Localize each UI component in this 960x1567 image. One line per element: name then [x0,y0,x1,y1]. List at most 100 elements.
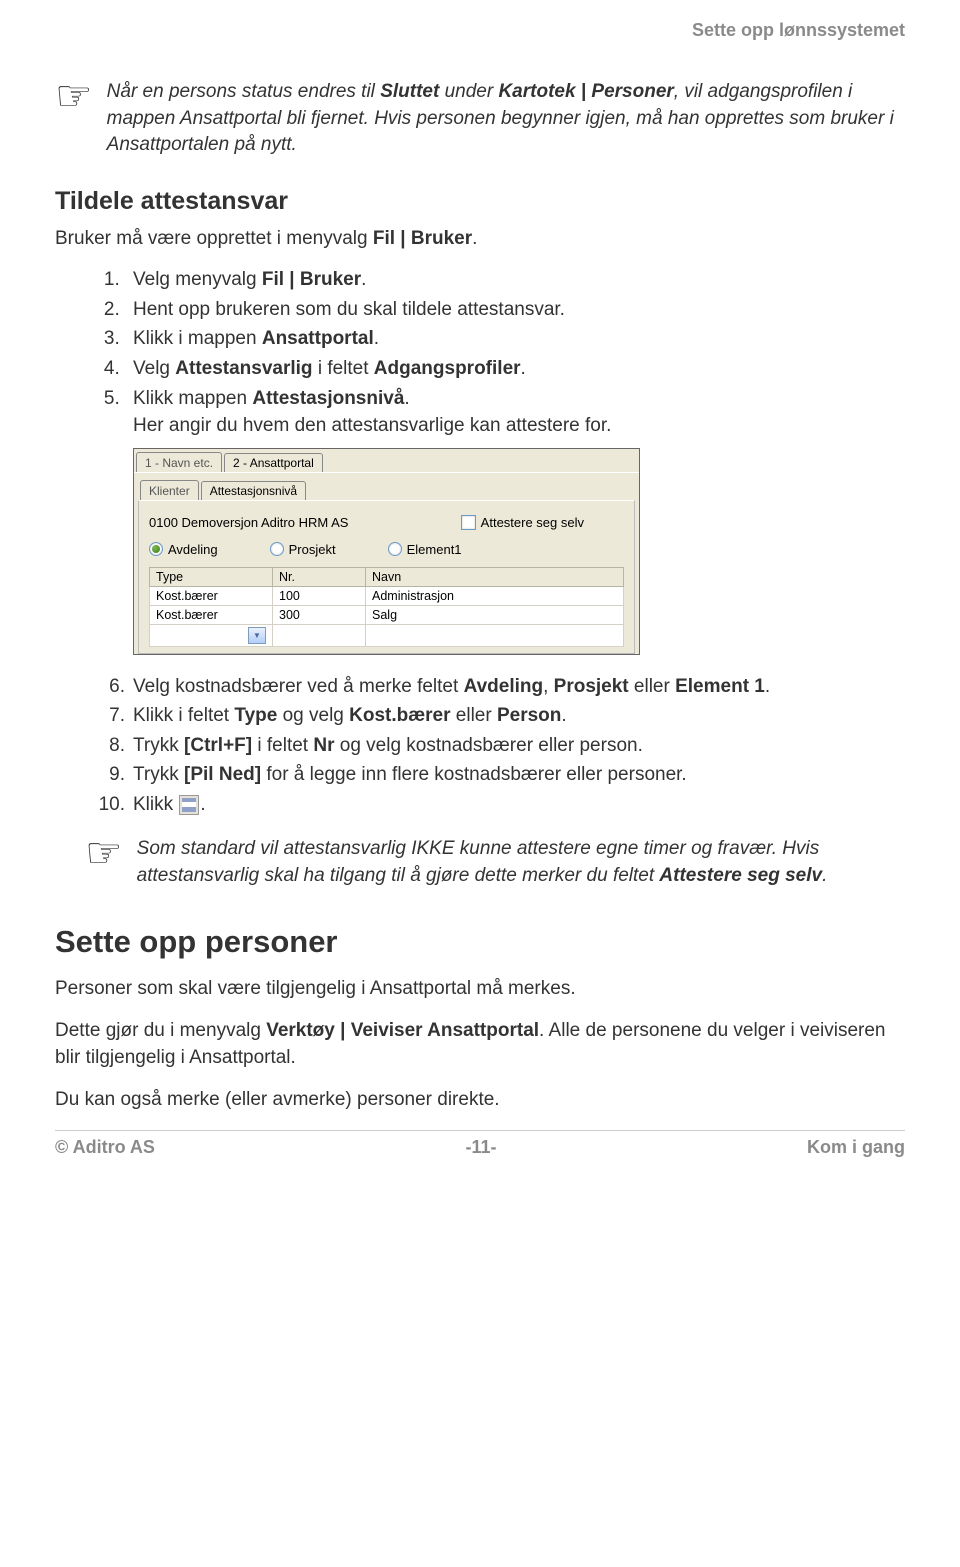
note-block-1: ☞ Når en persons status endres til Slutt… [55,79,905,159]
cell-type[interactable]: Kost.bærer [150,586,273,605]
checkbox-label: Attestere seg selv [481,515,584,530]
step-7: Klikk i feltet Type og velg Kost.bærer e… [125,702,905,730]
text: Når en persons status endres til [107,81,381,102]
paragraph: Du kan også merke (eller avmerke) person… [55,1087,905,1114]
page-header: Sette opp lønnssystemet [55,20,905,41]
cell-nr[interactable] [273,624,366,646]
step-3: Klikk i mappen Ansattportal. [125,325,905,353]
radio-avdeling[interactable]: Avdeling [149,542,218,557]
text-bold: Nr [313,735,334,756]
text: . [361,269,366,290]
embedded-screenshot: 1 - Navn etc. 2 - Ansattportal Klienter … [133,448,640,655]
text-bold: Ansattportal [262,328,374,349]
text: Dette gjør du i menyvalg [55,1020,266,1041]
text: i feltet [313,358,374,379]
chevron-down-icon[interactable]: ▼ [248,627,266,644]
radio-prosjekt[interactable]: Prosjekt [270,542,336,557]
radio-label: Prosjekt [289,542,336,557]
text-bold: Attestere seg selv [659,865,822,886]
text-bold: Element 1 [675,676,765,697]
paragraph: Dette gjør du i menyvalg Verktøy | Veivi… [55,1018,905,1071]
text: Klikk [133,794,178,815]
step-9: Trykk [Pil Ned] for å legge inn flere ko… [125,761,905,789]
cell-type-dropdown[interactable]: ▼ [150,624,273,646]
cell-navn[interactable]: Administrasjon [366,586,624,605]
text-bold: [Ctrl+F] [184,735,252,756]
text: under [439,81,498,102]
radio-element1[interactable]: Element1 [388,542,462,557]
tab-row-main: 1 - Navn etc. 2 - Ansattportal [134,449,639,473]
col-navn[interactable]: Navn [366,567,624,586]
cell-navn[interactable] [366,624,624,646]
text: og velg [277,705,349,726]
text: Bruker må være opprettet i menyvalg [55,228,373,249]
table-row[interactable]: Kost.bærer 100 Administrasjon [150,586,624,605]
radio-icon[interactable] [149,542,163,556]
footer-right: Kom i gang [807,1137,905,1158]
text-bold: Fil | Bruker [262,269,361,290]
cell-nr[interactable]: 300 [273,605,366,624]
subtab-klienter[interactable]: Klienter [140,480,199,500]
col-type[interactable]: Type [150,567,273,586]
text-bold: Kost.bærer [349,705,450,726]
step-8: Trykk [Ctrl+F] i feltet Nr og velg kostn… [125,732,905,760]
text-bold: Kartotek | Personer [498,81,673,102]
tab-row-sub: Klienter Attestasjonsnivå [138,477,635,500]
step-5: Klikk mappen Attestasjonsnivå.Her angir … [125,385,905,440]
table-row-empty[interactable]: ▼ [150,624,624,646]
step-2: Hent opp brukeren som du skal tildele at… [125,296,905,324]
text: Her angir du hvem den attestansvarlige k… [133,415,611,436]
text: . [521,358,526,379]
checkbox-attestere-selv[interactable]: Attestere seg selv [461,515,584,530]
text: Klikk i feltet [133,705,234,726]
text-bold: Verktøy | Veiviser Ansattportal [266,1020,539,1041]
note-text-1: Når en persons status endres til Sluttet… [107,79,905,159]
cell-nr[interactable]: 100 [273,586,366,605]
text-bold: [Pil Ned] [184,764,261,785]
text: Trykk [133,735,184,756]
text: . [472,228,477,249]
step-1: Velg menyvalg Fil | Bruker. [125,266,905,294]
tab-ansattportal[interactable]: 2 - Ansattportal [224,453,323,472]
save-icon [179,795,199,815]
step-6: Velg kostnadsbærer ved å merke feltet Av… [125,673,905,701]
text: Velg kostnadsbærer ved å merke feltet [133,676,464,697]
page-footer: © Aditro AS -11- Kom i gang [55,1130,905,1158]
panel-body: 0100 Demoversjon Aditro HRM AS Attestere… [138,500,635,654]
text: . [374,328,379,349]
text: Klikk i mappen [133,328,262,349]
subtab-attestasjonsniva[interactable]: Attestasjonsnivå [201,481,306,500]
heading-tildele: Tildele attestansvar [55,187,905,216]
text-bold: Type [234,705,277,726]
checkbox-icon[interactable] [461,515,476,530]
radio-icon[interactable] [270,542,284,556]
client-label: 0100 Demoversjon Aditro HRM AS [149,515,348,530]
paragraph: Personer som skal være tilgjengelig i An… [55,976,905,1003]
step-4: Velg Attestansvarlig i feltet Adgangspro… [125,355,905,383]
text-bold: Attestasjonsnivå [252,388,404,409]
table-row[interactable]: Kost.bærer 300 Salg [150,605,624,624]
note-block-2: ☞ Som standard vil attestansvarlig IKKE … [85,836,905,889]
text-bold: Fil | Bruker [373,228,472,249]
intro-text: Bruker må være opprettet i menyvalg Fil … [55,226,905,253]
text: . [561,705,566,726]
step-list-2: Velg kostnadsbærer ved å merke feltet Av… [55,673,905,819]
text: . [822,865,827,886]
text: Velg menyvalg [133,269,262,290]
tab-navn[interactable]: 1 - Navn etc. [136,452,222,472]
step-list-1: Velg menyvalg Fil | Bruker. Hent opp bru… [55,266,905,439]
radio-icon[interactable] [388,542,402,556]
text-bold: Person [497,705,561,726]
text: for å legge inn flere kostnadsbærer elle… [261,764,687,785]
table-header-row: Type Nr. Navn [150,567,624,586]
text-bold: Prosjekt [554,676,629,697]
note-text-2: Som standard vil attestansvarlig IKKE ku… [137,836,905,889]
hand-point-icon: ☞ [85,832,123,889]
step-10: Klikk . [125,791,905,819]
text: Velg [133,358,175,379]
text: . [404,388,409,409]
col-nr[interactable]: Nr. [273,567,366,586]
cell-type[interactable]: Kost.bærer [150,605,273,624]
text: eller [629,676,675,697]
cell-navn[interactable]: Salg [366,605,624,624]
